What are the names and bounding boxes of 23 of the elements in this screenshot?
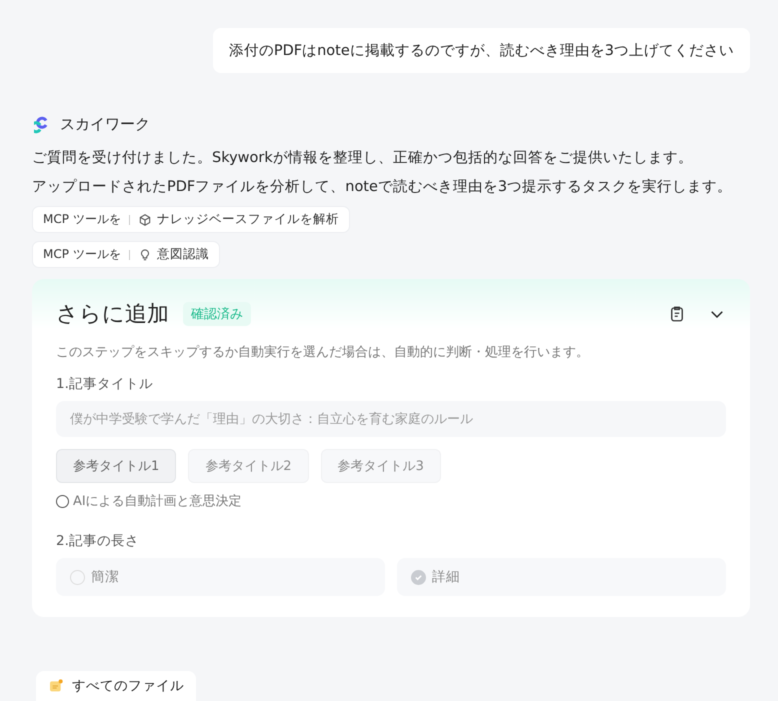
title-field[interactable]: 僕が中学受験で学んだ「理由」の大切さ：自立心を育む家庭のルール xyxy=(56,401,726,437)
status-badge: 確認済み xyxy=(183,302,251,326)
reference-title-button[interactable]: 参考タイトル2 xyxy=(188,449,309,483)
cube-icon xyxy=(138,212,152,226)
reference-title-button[interactable]: 参考タイトル3 xyxy=(320,449,441,483)
length-option[interactable]: 簡潔 xyxy=(56,558,385,596)
user-message: 添付のPDFはnoteに掲載するのですが、読むべき理由を3つ上げてください xyxy=(212,28,750,73)
tool-call-chip[interactable]: MCP ツールを ナレッジベースファイルを解析 xyxy=(32,206,350,233)
section-label: 2.記事の長さ xyxy=(56,532,140,550)
tool-call-chip[interactable]: MCP ツールを 意図認識 xyxy=(32,241,220,268)
response-text: アップロードされたPDFファイルを分析して、noteで読むべき理由を3つ提示するタスクを実行します。 xyxy=(32,178,734,197)
auto-checkbox[interactable] xyxy=(56,494,69,508)
files-tab[interactable]: すべてのファイル xyxy=(36,671,196,701)
auto-label: AIによる自動計画と意思決定 xyxy=(73,493,242,510)
assistant-name: スカイワーク xyxy=(60,115,150,134)
response-text: ご質問を受け付けました。Skyworkが情報を整理し、正確かつ包括的な回答をご提供いたします。 xyxy=(32,149,694,168)
reference-title-button[interactable]: 参考タイトル1 xyxy=(56,449,176,483)
clipboard-icon xyxy=(668,305,686,323)
folder-icon xyxy=(48,678,64,694)
section-label: 1.記事タイトル xyxy=(56,375,154,393)
card-title: さらに追加 xyxy=(56,301,169,329)
length-option[interactable]: 詳細 xyxy=(397,558,726,596)
card-description: このステップをスキップするか自動実行を選んだ場合は、自動的に判断・処理を行います。 xyxy=(56,344,590,361)
